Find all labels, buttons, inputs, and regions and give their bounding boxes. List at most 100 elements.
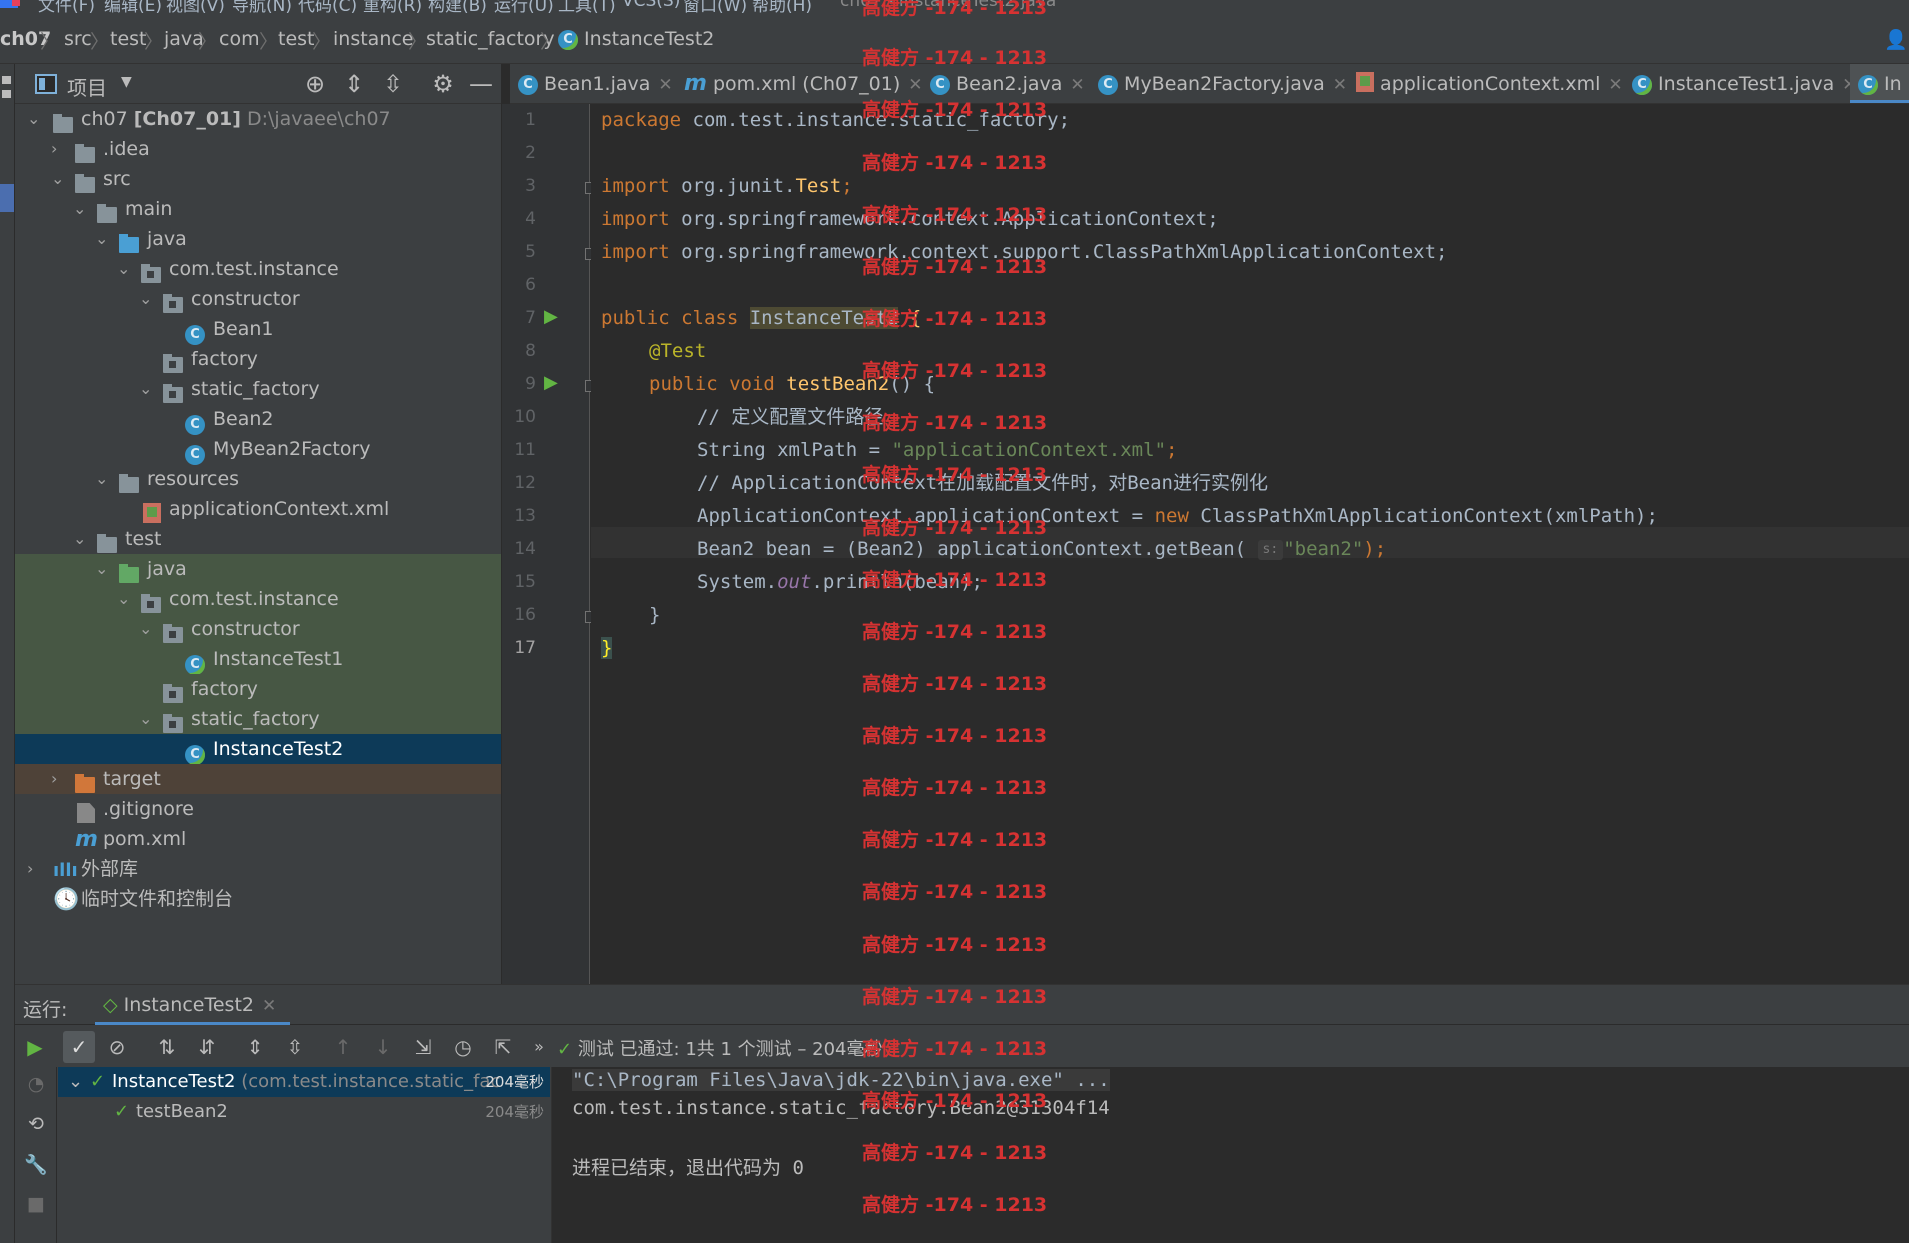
- menu-file[interactable]: 文件(F): [38, 0, 95, 16]
- locate-icon[interactable]: ⊕: [301, 70, 329, 98]
- tree-item-scratches[interactable]: 🕓 临时文件和控制台: [15, 884, 501, 914]
- chevron-down-icon[interactable]: ⌄: [27, 104, 40, 134]
- breadcrumb-item[interactable]: test: [110, 28, 147, 50]
- menu-run[interactable]: 运行(U): [494, 0, 554, 16]
- chevron-down-icon[interactable]: ⌄: [95, 554, 108, 584]
- tree-item-bean2[interactable]: C Bean2: [15, 404, 501, 435]
- menu-tools[interactable]: 工具(T): [558, 0, 616, 16]
- menu-view[interactable]: 视图(V): [166, 0, 225, 16]
- menu-window[interactable]: 窗口(W): [683, 0, 747, 16]
- tab-applicationcontext[interactable]: applicationContext.xml ✕: [1356, 64, 1623, 103]
- tree-item-instancetest2[interactable]: C InstanceTest2: [15, 734, 501, 765]
- run-test-icon[interactable]: ▶: [544, 306, 558, 327]
- rerun-icon[interactable]: ▶: [19, 1031, 51, 1063]
- project-tool-icon[interactable]: [2, 76, 11, 136]
- minimize-icon[interactable]: —: [467, 70, 495, 98]
- chevron-right-icon[interactable]: ›: [51, 764, 57, 794]
- breadcrumb-item[interactable]: src: [64, 28, 92, 50]
- menu-refactor[interactable]: 重构(R): [363, 0, 422, 16]
- tree-item-external-libraries[interactable]: › ıllı 外部库: [15, 854, 501, 884]
- project-tool-active-indicator[interactable]: [0, 184, 14, 212]
- show-passed-icon[interactable]: ✓: [63, 1031, 95, 1063]
- tree-item-pom[interactable]: m pom.xml: [15, 824, 501, 854]
- tree-item-idea[interactable]: › .idea: [15, 134, 501, 164]
- menu-build[interactable]: 构建(B): [428, 0, 487, 16]
- chevron-down-icon[interactable]: ⌄: [139, 614, 152, 644]
- breadcrumb-item[interactable]: instance: [333, 28, 414, 50]
- gear-icon[interactable]: ⚙: [429, 70, 457, 98]
- close-icon[interactable]: ✕: [262, 996, 276, 1016]
- console-output[interactable]: "C:\Program Files\Java\jdk-22\bin\java.e…: [551, 1067, 1909, 1243]
- user-icon[interactable]: 👤: [1884, 28, 1908, 51]
- sort-duration-icon[interactable]: ⇵: [191, 1031, 223, 1063]
- chevron-down-icon[interactable]: ⌄: [73, 194, 86, 224]
- run-tab[interactable]: ◇ InstanceTest2 ✕: [95, 985, 291, 1025]
- collapse-all-icon[interactable]: ⇳: [379, 70, 407, 98]
- next-failed-icon[interactable]: ↓: [367, 1031, 399, 1063]
- tab-bean2[interactable]: C Bean2.java ✕: [930, 64, 1085, 103]
- tree-item-src[interactable]: ⌄ src: [15, 164, 501, 194]
- tree-item-applicationcontext[interactable]: applicationContext.xml: [15, 494, 501, 524]
- tree-item-static-factory-main[interactable]: ⌄ static_factory: [15, 374, 501, 404]
- chevron-down-icon[interactable]: ⌄: [51, 164, 64, 194]
- menu-help[interactable]: 帮助(H): [752, 0, 812, 16]
- close-icon[interactable]: ✕: [1333, 75, 1347, 95]
- project-panel-title[interactable]: 项目: [67, 72, 107, 101]
- code-editor[interactable]: package com.test.instance.static_factory…: [591, 104, 1909, 984]
- stop-icon[interactable]: ■: [23, 1193, 49, 1215]
- tab-bean1[interactable]: C Bean1.java ✕: [518, 64, 673, 103]
- tree-item-root[interactable]: ⌄ ch07 [Ch07_01] D:\javaee\ch07: [15, 104, 501, 134]
- tree-item-test[interactable]: ⌄ test: [15, 524, 501, 554]
- history-icon[interactable]: ◷: [447, 1031, 479, 1063]
- expand-all-icon[interactable]: ⇕: [340, 70, 368, 98]
- show-ignored-icon[interactable]: ⊘: [101, 1031, 133, 1063]
- sort-alpha-icon[interactable]: ⇅: [151, 1031, 183, 1063]
- close-icon[interactable]: ✕: [908, 75, 922, 95]
- close-icon[interactable]: ✕: [1070, 75, 1084, 95]
- chevron-down-icon[interactable]: ⌄: [68, 1067, 83, 1097]
- chevron-down-icon[interactable]: ⌄: [117, 254, 130, 284]
- restore-layout-icon[interactable]: ⟲: [23, 1113, 49, 1135]
- collapse-all-icon[interactable]: ⇳: [279, 1031, 311, 1063]
- tree-item-static-factory-test[interactable]: ⌄ static_factory: [15, 704, 501, 734]
- test-result-row[interactable]: ⌄ ✓ InstanceTest2 (com.test.instance.sta…: [58, 1067, 550, 1097]
- export-icon[interactable]: ⇱: [487, 1031, 519, 1063]
- chevron-down-icon[interactable]: ⌄: [73, 524, 86, 554]
- chevron-down-icon[interactable]: ⌄: [139, 374, 152, 404]
- tree-item-factory-main[interactable]: factory: [15, 344, 501, 374]
- chevron-down-icon[interactable]: ⌄: [95, 464, 108, 494]
- tree-item-constructor-test[interactable]: ⌄ constructor: [15, 614, 501, 644]
- breadcrumb-item-current[interactable]: C InstanceTest2: [558, 28, 714, 50]
- wrench-icon[interactable]: 🔧: [23, 1153, 49, 1176]
- close-icon[interactable]: ✕: [1608, 75, 1622, 95]
- tab-mybean2factory[interactable]: C MyBean2Factory.java ✕: [1098, 64, 1347, 103]
- tree-item-mybean2factory[interactable]: C MyBean2Factory: [15, 434, 501, 465]
- tree-item-main[interactable]: ⌄ main: [15, 194, 501, 224]
- run-test-icon[interactable]: ▶: [544, 372, 558, 393]
- menu-vcs[interactable]: VCS(S): [622, 0, 680, 11]
- tree-item-resources[interactable]: ⌄ resources: [15, 464, 501, 494]
- tree-item-factory-test[interactable]: factory: [15, 674, 501, 704]
- chevron-down-icon[interactable]: ⌄: [95, 224, 108, 254]
- menu-navigate[interactable]: 导航(N): [232, 0, 292, 16]
- test-result-row[interactable]: ✓ testBean2 204毫秒: [58, 1097, 550, 1127]
- chevron-down-icon[interactable]: ⌄: [117, 584, 130, 614]
- breadcrumb-item[interactable]: static_factory: [426, 28, 555, 50]
- tree-item-package-main[interactable]: ⌄ com.test.instance: [15, 254, 501, 284]
- chevron-right-icon[interactable]: ›: [51, 134, 57, 164]
- menu-edit[interactable]: 编辑(E): [104, 0, 162, 16]
- chevron-right-icon[interactable]: ›: [27, 854, 33, 884]
- expand-all-icon[interactable]: ⇕: [239, 1031, 271, 1063]
- tree-item-instancetest1[interactable]: C InstanceTest1: [15, 644, 501, 675]
- import-tests-icon[interactable]: ⇲: [407, 1031, 439, 1063]
- chevron-down-icon[interactable]: ▼: [121, 74, 132, 90]
- previous-failed-icon[interactable]: ↑: [327, 1031, 359, 1063]
- chevron-down-icon[interactable]: ⌄: [139, 704, 152, 734]
- tree-item-target[interactable]: › target: [15, 764, 501, 794]
- tab-pom[interactable]: m pom.xml (Ch07_01) ✕: [684, 64, 923, 103]
- more-icon[interactable]: »: [523, 1031, 555, 1063]
- breadcrumb-item[interactable]: test: [278, 28, 315, 50]
- chevron-down-icon[interactable]: ⌄: [139, 284, 152, 314]
- tree-item-java-main[interactable]: ⌄ java: [15, 224, 501, 254]
- tab-instancetest2[interactable]: C In: [1850, 64, 1909, 103]
